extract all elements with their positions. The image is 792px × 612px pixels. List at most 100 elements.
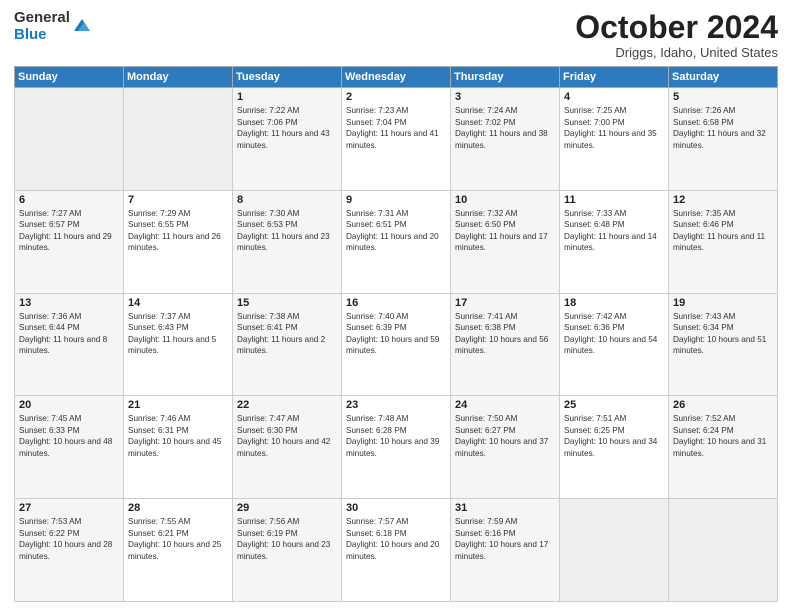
day-number: 4 xyxy=(564,91,664,103)
calendar-cell: 29 Sunrise: 7:56 AM Sunset: 6:19 PM Dayli… xyxy=(233,499,342,602)
day-info: Sunrise: 7:35 AM Sunset: 6:46 PM Dayligh… xyxy=(673,208,773,254)
day-number: 10 xyxy=(455,194,555,206)
calendar-cell xyxy=(124,88,233,191)
day-number: 14 xyxy=(128,297,228,309)
calendar-cell: 7 Sunrise: 7:29 AM Sunset: 6:55 PM Daylig… xyxy=(124,190,233,293)
day-number: 3 xyxy=(455,91,555,103)
day-number: 29 xyxy=(237,502,337,514)
calendar-cell: 3 Sunrise: 7:24 AM Sunset: 7:02 PM Daylig… xyxy=(451,88,560,191)
day-info: Sunrise: 7:30 AM Sunset: 6:53 PM Dayligh… xyxy=(237,208,337,254)
day-info: Sunrise: 7:45 AM Sunset: 6:33 PM Dayligh… xyxy=(19,413,119,459)
calendar-cell: 16Sunrise: 7:40 AM Sunset: 6:39 PM Dayli… xyxy=(342,293,451,396)
day-number: 6 xyxy=(19,194,119,206)
calendar-cell: 10 Sunrise: 7:32 AM Sunset: 6:50 PM Dayli… xyxy=(451,190,560,293)
calendar-cell: 30 Sunrise: 7:57 AM Sunset: 6:18 PM Dayli… xyxy=(342,499,451,602)
logo: General Blue xyxy=(14,10,92,43)
calendar-week-row: 6 Sunrise: 7:27 AM Sunset: 6:57 PM Daylig… xyxy=(15,190,778,293)
day-info: Sunrise: 7:31 AM Sunset: 6:51 PM Dayligh… xyxy=(346,208,446,254)
day-number: 22 xyxy=(237,399,337,411)
day-number: 30 xyxy=(346,502,446,514)
day-info: Sunrise: 7:43 AM Sunset: 6:34 PM Dayligh… xyxy=(673,311,773,357)
day-info: Sunrise: 7:52 AM Sunset: 6:24 PM Dayligh… xyxy=(673,413,773,459)
day-info: Sunrise: 7:59 AM Sunset: 6:16 PM Dayligh… xyxy=(455,516,555,562)
logo-icon xyxy=(72,15,92,35)
day-info: Sunrise: 7:33 AM Sunset: 6:48 PM Dayligh… xyxy=(564,208,664,254)
calendar-cell: 19 Sunrise: 7:43 AM Sunset: 6:34 PM Dayli… xyxy=(669,293,778,396)
calendar-week-row: 1 Sunrise: 7:22 AM Sunset: 7:06 PM Daylig… xyxy=(15,88,778,191)
calendar-cell: 28 Sunrise: 7:55 AM Sunset: 6:21 PM Dayli… xyxy=(124,499,233,602)
calendar-cell: 6 Sunrise: 7:27 AM Sunset: 6:57 PM Daylig… xyxy=(15,190,124,293)
header-thursday: Thursday xyxy=(451,67,560,88)
day-number: 2 xyxy=(346,91,446,103)
day-number: 17 xyxy=(455,297,555,309)
calendar-cell: 4 Sunrise: 7:25 AM Sunset: 7:00 PM Daylig… xyxy=(560,88,669,191)
day-info: Sunrise: 7:46 AM Sunset: 6:31 PM Dayligh… xyxy=(128,413,228,459)
header-tuesday: Tuesday xyxy=(233,67,342,88)
day-info: Sunrise: 7:57 AM Sunset: 6:18 PM Dayligh… xyxy=(346,516,446,562)
calendar-cell: 22 Sunrise: 7:47 AM Sunset: 6:30 PM Dayli… xyxy=(233,396,342,499)
day-info: Sunrise: 7:38 AM Sunset: 6:41 PM Dayligh… xyxy=(237,311,337,357)
calendar-cell: 9Sunrise: 7:31 AM Sunset: 6:51 PM Daylig… xyxy=(342,190,451,293)
calendar-cell: 21Sunrise: 7:46 AM Sunset: 6:31 PM Dayli… xyxy=(124,396,233,499)
calendar-week-row: 13 Sunrise: 7:36 AM Sunset: 6:44 PM Dayli… xyxy=(15,293,778,396)
day-number: 23 xyxy=(346,399,446,411)
calendar-week-row: 20 Sunrise: 7:45 AM Sunset: 6:33 PM Dayli… xyxy=(15,396,778,499)
day-info: Sunrise: 7:50 AM Sunset: 6:27 PM Dayligh… xyxy=(455,413,555,459)
day-number: 16 xyxy=(346,297,446,309)
day-info: Sunrise: 7:42 AM Sunset: 6:36 PM Dayligh… xyxy=(564,311,664,357)
header-friday: Friday xyxy=(560,67,669,88)
day-info: Sunrise: 7:37 AM Sunset: 6:43 PM Dayligh… xyxy=(128,311,228,357)
header-wednesday: Wednesday xyxy=(342,67,451,88)
day-number: 11 xyxy=(564,194,664,206)
calendar-cell: 26Sunrise: 7:52 AM Sunset: 6:24 PM Dayli… xyxy=(669,396,778,499)
day-info: Sunrise: 7:36 AM Sunset: 6:44 PM Dayligh… xyxy=(19,311,119,357)
day-number: 31 xyxy=(455,502,555,514)
day-number: 13 xyxy=(19,297,119,309)
day-number: 28 xyxy=(128,502,228,514)
weekday-header-row: Sunday Monday Tuesday Wednesday Thursday… xyxy=(15,67,778,88)
calendar-cell: 5 Sunrise: 7:26 AM Sunset: 6:58 PM Daylig… xyxy=(669,88,778,191)
day-number: 19 xyxy=(673,297,773,309)
calendar-cell: 11 Sunrise: 7:33 AM Sunset: 6:48 PM Dayli… xyxy=(560,190,669,293)
day-number: 18 xyxy=(564,297,664,309)
calendar-cell: 23 Sunrise: 7:48 AM Sunset: 6:28 PM Dayli… xyxy=(342,396,451,499)
calendar-cell: 25 Sunrise: 7:51 AM Sunset: 6:25 PM Dayli… xyxy=(560,396,669,499)
day-info: Sunrise: 7:41 AM Sunset: 6:38 PM Dayligh… xyxy=(455,311,555,357)
header-sunday: Sunday xyxy=(15,67,124,88)
calendar-cell: 18 Sunrise: 7:42 AM Sunset: 6:36 PM Dayli… xyxy=(560,293,669,396)
day-number: 15 xyxy=(237,297,337,309)
day-info: Sunrise: 7:25 AM Sunset: 7:00 PM Dayligh… xyxy=(564,105,664,151)
calendar-cell: 13 Sunrise: 7:36 AM Sunset: 6:44 PM Dayli… xyxy=(15,293,124,396)
title-block: October 2024 Driggs, Idaho, United State… xyxy=(575,10,778,60)
logo-text: General Blue xyxy=(14,10,70,43)
header-monday: Monday xyxy=(124,67,233,88)
calendar-cell: 14 Sunrise: 7:37 AM Sunset: 6:43 PM Dayli… xyxy=(124,293,233,396)
day-number: 25 xyxy=(564,399,664,411)
calendar-cell: 15 Sunrise: 7:38 AM Sunset: 6:41 PM Dayli… xyxy=(233,293,342,396)
day-info: Sunrise: 7:47 AM Sunset: 6:30 PM Dayligh… xyxy=(237,413,337,459)
day-number: 20 xyxy=(19,399,119,411)
calendar-page: General Blue October 2024 Driggs, Idaho,… xyxy=(0,0,792,612)
day-number: 8 xyxy=(237,194,337,206)
calendar-cell xyxy=(560,499,669,602)
day-info: Sunrise: 7:29 AM Sunset: 6:55 PM Dayligh… xyxy=(128,208,228,254)
day-info: Sunrise: 7:53 AM Sunset: 6:22 PM Dayligh… xyxy=(19,516,119,562)
day-number: 1 xyxy=(237,91,337,103)
day-info: Sunrise: 7:48 AM Sunset: 6:28 PM Dayligh… xyxy=(346,413,446,459)
day-info: Sunrise: 7:26 AM Sunset: 6:58 PM Dayligh… xyxy=(673,105,773,151)
day-info: Sunrise: 7:32 AM Sunset: 6:50 PM Dayligh… xyxy=(455,208,555,254)
logo-blue: Blue xyxy=(14,27,70,44)
day-info: Sunrise: 7:27 AM Sunset: 6:57 PM Dayligh… xyxy=(19,208,119,254)
day-info: Sunrise: 7:51 AM Sunset: 6:25 PM Dayligh… xyxy=(564,413,664,459)
day-info: Sunrise: 7:22 AM Sunset: 7:06 PM Dayligh… xyxy=(237,105,337,151)
day-number: 5 xyxy=(673,91,773,103)
day-info: Sunrise: 7:55 AM Sunset: 6:21 PM Dayligh… xyxy=(128,516,228,562)
location: Driggs, Idaho, United States xyxy=(575,45,778,60)
day-info: Sunrise: 7:56 AM Sunset: 6:19 PM Dayligh… xyxy=(237,516,337,562)
header: General Blue October 2024 Driggs, Idaho,… xyxy=(14,10,778,60)
day-number: 7 xyxy=(128,194,228,206)
calendar-week-row: 27Sunrise: 7:53 AM Sunset: 6:22 PM Dayli… xyxy=(15,499,778,602)
day-info: Sunrise: 7:24 AM Sunset: 7:02 PM Dayligh… xyxy=(455,105,555,151)
calendar-cell: 1 Sunrise: 7:22 AM Sunset: 7:06 PM Daylig… xyxy=(233,88,342,191)
calendar-cell: 8 Sunrise: 7:30 AM Sunset: 6:53 PM Daylig… xyxy=(233,190,342,293)
